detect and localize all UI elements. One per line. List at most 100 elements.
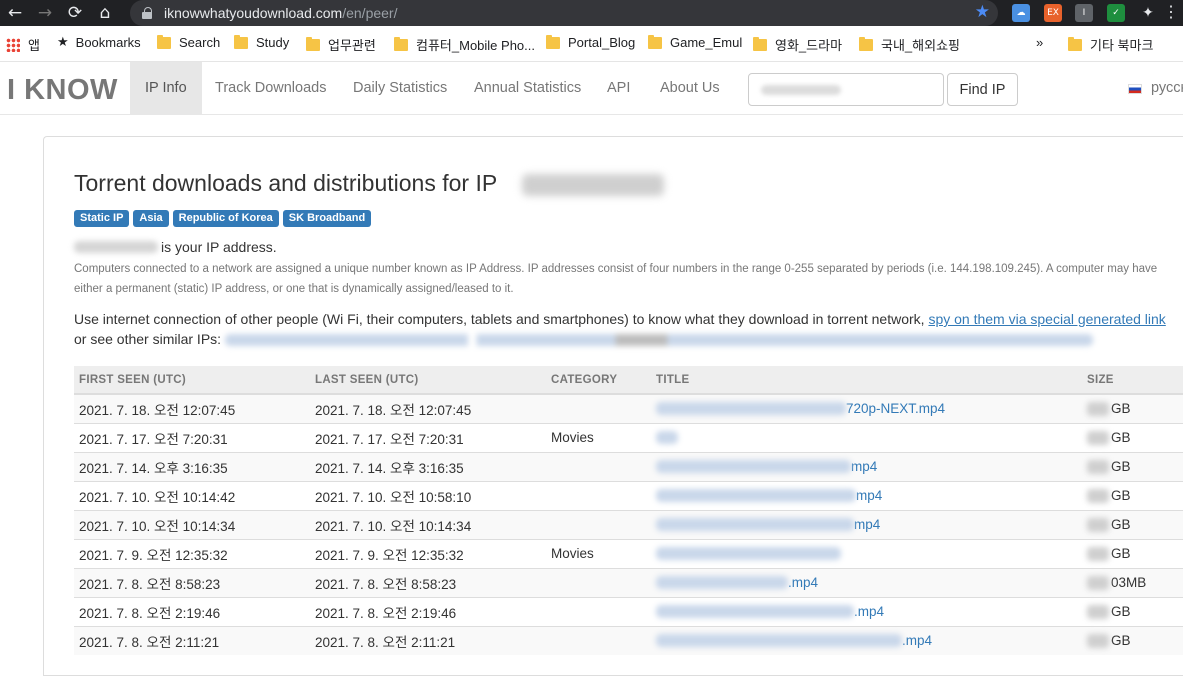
spy-link[interactable]: spy on them via special generated link	[928, 311, 1165, 327]
bookmarks-bar: 앱 ★ Bookmarks Search Study 업무관련 컴퓨터_Mobi…	[0, 26, 1183, 62]
torrent-title-link[interactable]: 720p-NEXT.mp4	[656, 401, 1082, 416]
title-suffix: mp4	[851, 459, 878, 474]
size-unit: 03MB	[1111, 575, 1147, 590]
bookmark-label: Game_Emul	[670, 35, 743, 50]
redacted-ip-heading	[522, 174, 664, 196]
site-navbar: I KNOW IP Info Track Downloads Daily Sta…	[0, 62, 1183, 115]
back-icon[interactable]: ←	[0, 0, 30, 26]
folder-icon	[306, 36, 320, 51]
header-first-seen: FIRST SEEN (UTC)	[74, 366, 310, 395]
size-unit: GB	[1111, 401, 1131, 417]
ip-search-input[interactable]	[748, 73, 944, 106]
table-row: 2021. 7. 18. 오전 12:07:45 2021. 7. 18. 오전 …	[74, 393, 1183, 423]
bookmark-label: 국내_해외쇼핑	[881, 38, 960, 53]
last-seen-cell: 2021. 7. 8. 오전 2:11:21	[310, 625, 546, 655]
shield-extension-icon[interactable]: ✓	[1107, 4, 1125, 22]
bookmark-folder-movie[interactable]: 영화_드라마	[753, 35, 842, 54]
title-suffix: 720p-NEXT.mp4	[846, 401, 946, 417]
bookmark-star-icon[interactable]: ★	[975, 2, 990, 22]
nav-api[interactable]: API	[592, 62, 645, 114]
torrent-title-link[interactable]: .mp4	[656, 633, 1082, 648]
cloud-extension-icon[interactable]: ☁	[1012, 4, 1030, 22]
last-seen-cell: 2021. 7. 9. 오전 12:35:32	[310, 538, 546, 568]
size-cell: GB	[1082, 422, 1183, 452]
table-row: 2021. 7. 10. 오전 10:14:42 2021. 7. 10. 오전 …	[74, 480, 1183, 510]
home-icon[interactable]: ⌂	[90, 0, 120, 26]
bookmark-folder-portal[interactable]: Portal_Blog	[546, 34, 635, 50]
redacted-size	[1087, 517, 1109, 532]
nav-about-us[interactable]: About Us	[645, 62, 735, 114]
title-cell	[651, 538, 1082, 568]
category-cell	[546, 451, 651, 481]
torrent-title-link[interactable]: mp4	[656, 459, 1082, 474]
category-cell	[546, 509, 651, 539]
size-cell: 03MB	[1082, 567, 1183, 597]
bookmark-folder-game[interactable]: Game_Emul	[648, 34, 743, 50]
redacted-size	[1087, 575, 1109, 590]
size-unit: GB	[1111, 517, 1131, 532]
torrent-title-link[interactable]	[656, 431, 1082, 444]
last-seen-cell: 2021. 7. 8. 오전 2:19:46	[310, 596, 546, 626]
torrent-title-link[interactable]	[656, 547, 1082, 560]
table-row: 2021. 7. 8. 오전 8:58:23 2021. 7. 8. 오전 8:5…	[74, 567, 1183, 597]
find-ip-button[interactable]: Find IP	[947, 73, 1018, 106]
language-switch[interactable]: русский	[1151, 62, 1183, 114]
russian-flag-icon[interactable]	[1128, 84, 1142, 94]
url-text[interactable]: iknowwhatyoudownload.com/en/peer/	[164, 5, 397, 21]
bookmark-bookmarks[interactable]: ★ Bookmarks	[57, 35, 141, 50]
nav-track-downloads[interactable]: Track Downloads	[200, 62, 341, 114]
folder-icon	[648, 34, 662, 49]
bookmark-folder-work[interactable]: 업무관련	[306, 35, 376, 54]
similar-ips-links[interactable]	[224, 334, 1093, 347]
spy-paragraph: Use internet connection of other people …	[74, 309, 1178, 349]
ip-badges: Static IP Asia Republic of Korea SK Broa…	[74, 210, 372, 227]
bookmarks-overflow-button[interactable]: »	[1036, 35, 1043, 50]
your-ip-line: is your IP address.	[74, 239, 277, 255]
similar-ips-label: or see other similar IPs:	[74, 331, 222, 347]
badge-country: Republic of Korea	[172, 210, 279, 227]
puzzle-extensions-icon[interactable]: ✦	[1139, 4, 1157, 22]
folder-icon	[157, 34, 171, 49]
address-bar[interactable]: iknowwhatyoudownload.com/en/peer/ ★	[130, 0, 998, 26]
bookmark-folder-shopping[interactable]: 국내_해외쇼핑	[859, 35, 960, 54]
header-size: SIZE	[1082, 366, 1183, 395]
bookmark-label: 업무관련	[328, 38, 376, 53]
bookmark-folder-study[interactable]: Study	[234, 34, 289, 50]
badge-continent: Asia	[133, 210, 169, 227]
apps-shortcut[interactable]: 앱	[6, 35, 40, 54]
last-seen-cell: 2021. 7. 14. 오후 3:16:35	[310, 451, 546, 481]
first-seen-cell: 2021. 7. 17. 오전 7:20:31	[74, 422, 310, 452]
bookmark-folder-other[interactable]: 기타 북마크	[1068, 35, 1153, 54]
bookmark-folder-search[interactable]: Search	[157, 34, 221, 50]
table-row: 2021. 7. 17. 오전 7:20:31 2021. 7. 17. 오전 7…	[74, 422, 1183, 452]
nav-annual-statistics[interactable]: Annual Statistics	[459, 62, 596, 114]
forward-icon[interactable]: →	[30, 0, 60, 26]
badge-isp: SK Broadband	[282, 210, 372, 227]
first-seen-cell: 2021. 7. 8. 오전 2:11:21	[74, 625, 310, 655]
torrent-title-link[interactable]: .mp4	[656, 604, 1082, 619]
lock-icon[interactable]	[142, 7, 152, 19]
header-last-seen: LAST SEEN (UTC)	[310, 366, 546, 395]
last-seen-cell: 2021. 7. 17. 오전 7:20:31	[310, 422, 546, 452]
size-unit: GB	[1111, 633, 1131, 649]
reload-icon[interactable]: ⟳	[60, 0, 90, 26]
torrent-title-link[interactable]: .mp4	[656, 575, 1082, 590]
ex-extension-icon[interactable]: EX	[1044, 4, 1062, 22]
redacted-size	[1087, 488, 1109, 503]
category-cell	[546, 393, 651, 423]
category-cell: Movies	[546, 422, 651, 452]
site-logo[interactable]: I KNOW	[7, 74, 118, 107]
browser-menu-icon[interactable]: ⋮	[1163, 2, 1179, 22]
table-row: 2021. 7. 9. 오전 12:35:32 2021. 7. 9. 오전 12…	[74, 538, 1183, 568]
bookmark-label: Search	[179, 35, 221, 50]
bookmark-folder-computer[interactable]: 컴퓨터_Mobile Pho...	[394, 35, 535, 54]
torrent-title-link[interactable]: mp4	[656, 488, 1082, 503]
nav-ip-info[interactable]: IP Info	[130, 62, 202, 114]
nav-daily-statistics[interactable]: Daily Statistics	[338, 62, 462, 114]
i-extension-icon[interactable]: I	[1075, 4, 1093, 22]
torrent-title-link[interactable]: mp4	[656, 517, 1082, 532]
title-cell: mp4	[651, 451, 1082, 481]
redacted-size	[1087, 459, 1109, 474]
title-cell: .mp4	[651, 625, 1082, 655]
table-row: 2021. 7. 8. 오전 2:11:21 2021. 7. 8. 오전 2:1…	[74, 625, 1183, 655]
